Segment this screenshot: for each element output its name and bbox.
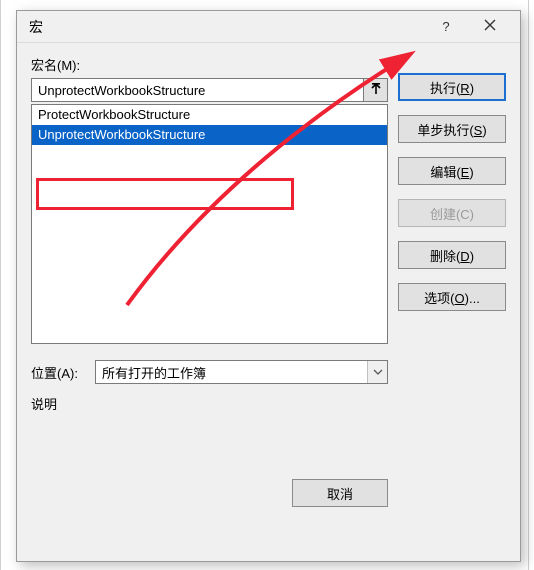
macro-list[interactable]: ProtectWorkbookStructure UnprotectWorkbo…	[31, 104, 388, 344]
create-button: 创建(C)	[398, 199, 506, 227]
description-area	[31, 413, 388, 453]
macro-name-ref-button[interactable]	[364, 78, 388, 102]
step-button[interactable]: 单步执行(S)	[398, 115, 506, 143]
close-button[interactable]	[468, 13, 512, 41]
up-arrow-icon	[370, 83, 382, 98]
chevron-down-icon	[367, 361, 387, 383]
delete-button[interactable]: 删除(D)	[398, 241, 506, 269]
cancel-button[interactable]: 取消	[292, 479, 388, 507]
options-button[interactable]: 选项(O)...	[398, 283, 506, 311]
edit-button[interactable]: 编辑(E)	[398, 157, 506, 185]
location-value: 所有打开的工作簿	[102, 363, 206, 382]
help-icon: ?	[442, 19, 449, 34]
close-icon	[484, 19, 496, 34]
help-button[interactable]: ?	[424, 13, 468, 41]
description-label: 说明	[31, 394, 388, 413]
list-item[interactable]: UnprotectWorkbookStructure	[32, 125, 387, 145]
titlebar: 宏 ?	[17, 11, 520, 43]
run-button[interactable]: 执行(R)	[398, 73, 506, 101]
macro-dialog: 宏 ? 宏名(M): Pr	[16, 10, 521, 562]
location-select[interactable]: 所有打开的工作簿	[95, 360, 388, 384]
dialog-body: 宏名(M): ProtectWorkbookStructure Unprotec…	[17, 43, 520, 561]
list-item[interactable]: ProtectWorkbookStructure	[32, 105, 387, 125]
macro-name-input[interactable]	[31, 78, 364, 102]
dialog-title: 宏	[29, 17, 424, 37]
location-label: 位置(A):	[31, 363, 87, 382]
macro-name-label: 宏名(M):	[31, 55, 388, 74]
